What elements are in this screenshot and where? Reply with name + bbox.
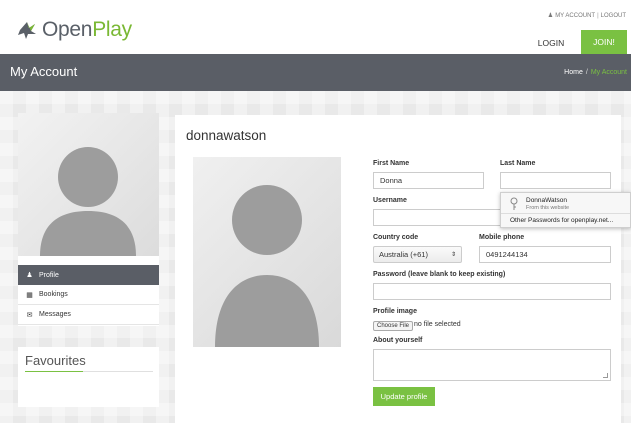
autofill-username: DonnaWatson bbox=[526, 197, 567, 204]
sidebar-item-label: Messages bbox=[39, 311, 71, 318]
my-account-link[interactable]: MY ACCOUNT bbox=[555, 13, 595, 19]
autofill-other-passwords[interactable]: Other Passwords for openplay.net... bbox=[510, 217, 613, 224]
username-label: Username bbox=[373, 197, 407, 204]
update-profile-button[interactable]: Update profile bbox=[373, 387, 435, 406]
sidebar-item-profile[interactable]: ♟ Profile bbox=[18, 265, 159, 285]
calendar-icon: ▦ bbox=[26, 291, 33, 299]
avatar-placeholder-icon bbox=[40, 147, 136, 256]
avatar-placeholder-icon bbox=[215, 185, 319, 347]
country-code-value: Australia (+61) bbox=[379, 250, 428, 259]
key-icon bbox=[510, 197, 518, 210]
sidebar-item-label: Bookings bbox=[39, 291, 68, 298]
user-icon: ♟ bbox=[26, 272, 33, 279]
mobile-phone-field[interactable]: 0491244134 bbox=[479, 246, 611, 263]
breadcrumb-home[interactable]: Home bbox=[564, 69, 583, 76]
sidebar-item-messages[interactable]: ✉ Messages bbox=[18, 305, 159, 325]
favourites-title: Favourites bbox=[25, 353, 86, 368]
password-label: Password (leave blank to keep existing) bbox=[373, 271, 506, 278]
select-arrows-icon: ⇕ bbox=[450, 252, 456, 258]
favourites-underline bbox=[25, 371, 153, 372]
no-file-text: no file selected bbox=[414, 321, 461, 328]
about-yourself-textarea[interactable] bbox=[373, 349, 611, 381]
site-header: OpenPlay ♟ MY ACCOUNT | LOGOUT LOGIN JOI… bbox=[0, 0, 631, 54]
profile-avatar bbox=[193, 157, 341, 347]
country-code-label: Country code bbox=[373, 234, 419, 241]
sidebar-item-bookings[interactable]: ▦ Bookings bbox=[18, 285, 159, 305]
sidebar-item-label: Profile bbox=[39, 271, 59, 279]
logo-mark-icon bbox=[18, 22, 36, 39]
resize-grip-icon[interactable] bbox=[603, 373, 608, 378]
first-name-field[interactable]: Donna bbox=[373, 172, 484, 189]
openplay-logo[interactable]: OpenPlay bbox=[16, 18, 132, 42]
about-yourself-label: About yourself bbox=[373, 337, 423, 344]
page-title-bar: My Account Home / My Account bbox=[0, 54, 631, 91]
first-name-label: First Name bbox=[373, 160, 410, 167]
autofill-source: From this website bbox=[526, 205, 570, 211]
breadcrumb-separator: / bbox=[585, 69, 588, 76]
logout-link[interactable]: LOGOUT bbox=[601, 13, 626, 19]
autofill-saved-login[interactable]: DonnaWatson From this website bbox=[501, 193, 630, 214]
last-name-label: Last Name bbox=[500, 160, 536, 167]
choose-file-button[interactable]: Choose File bbox=[373, 321, 414, 331]
favourites-card: Favourites bbox=[18, 347, 159, 407]
envelope-icon: ✉ bbox=[26, 311, 33, 319]
breadcrumb-current: My Account bbox=[590, 69, 627, 76]
join-button[interactable]: JOIN! bbox=[581, 30, 627, 54]
last-name-field[interactable] bbox=[500, 172, 611, 189]
top-links: ♟ MY ACCOUNT | LOGOUT bbox=[547, 12, 626, 20]
login-button[interactable]: LOGIN bbox=[528, 31, 574, 54]
user-small-icon: ♟ bbox=[547, 13, 554, 19]
mobile-phone-label: Mobile phone bbox=[479, 234, 525, 241]
profile-image-label: Profile image bbox=[373, 308, 417, 315]
country-code-select[interactable]: Australia (+61) ⇕ bbox=[373, 246, 462, 263]
password-field[interactable] bbox=[373, 283, 611, 300]
separator: | bbox=[597, 12, 599, 19]
sidebar-menu: ♟ Profile ▦ Bookings ✉ Messages bbox=[18, 265, 159, 325]
logo-text: OpenPlay bbox=[42, 18, 132, 41]
profile-username-heading: donnawatson bbox=[186, 128, 267, 143]
password-autofill-popup: DonnaWatson From this website Other Pass… bbox=[500, 192, 631, 228]
page-title: My Account bbox=[10, 64, 78, 79]
sidebar-avatar bbox=[18, 113, 159, 256]
breadcrumb: Home / My Account bbox=[564, 69, 627, 76]
